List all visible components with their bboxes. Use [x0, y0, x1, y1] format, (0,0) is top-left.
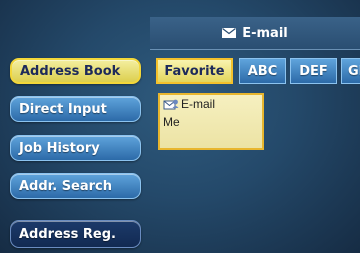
tab-ghi[interactable]: GHI [341, 58, 360, 84]
address-entry[interactable]: E-mail Me [158, 93, 264, 150]
header-title-text: E-mail [242, 25, 288, 41]
address-entry-name: Me [163, 115, 180, 129]
header-title: E-mail [150, 17, 360, 49]
tab-abc-label: ABC [247, 63, 278, 79]
email-address-screen: E-mail Address Book Direct Input Job His… [0, 0, 360, 253]
address-reg-button[interactable]: Address Reg. [10, 220, 141, 248]
address-reg-label: Address Reg. [19, 226, 116, 242]
direct-input-label: Direct Input [19, 101, 107, 117]
address-book-button[interactable]: Address Book [10, 58, 141, 84]
addr-search-label: Addr. Search [19, 178, 113, 194]
direct-input-button[interactable]: Direct Input [10, 96, 141, 122]
address-book-label: Address Book [20, 63, 121, 79]
tab-favorite[interactable]: Favorite [156, 58, 233, 84]
job-history-label: Job History [19, 140, 100, 156]
envelope-icon [222, 28, 237, 38]
tab-ghi-label: GHI [348, 63, 360, 79]
tab-abc[interactable]: ABC [239, 58, 286, 84]
tab-favorite-label: Favorite [164, 63, 225, 79]
address-entry-type-row: E-mail [163, 97, 215, 111]
email-contact-icon [163, 98, 179, 111]
header-bar: E-mail [150, 17, 360, 50]
address-entry-type: E-mail [181, 97, 216, 111]
addr-search-button[interactable]: Addr. Search [10, 173, 141, 199]
job-history-button[interactable]: Job History [10, 135, 141, 161]
tab-def[interactable]: DEF [290, 58, 337, 84]
tab-def-label: DEF [299, 63, 328, 79]
